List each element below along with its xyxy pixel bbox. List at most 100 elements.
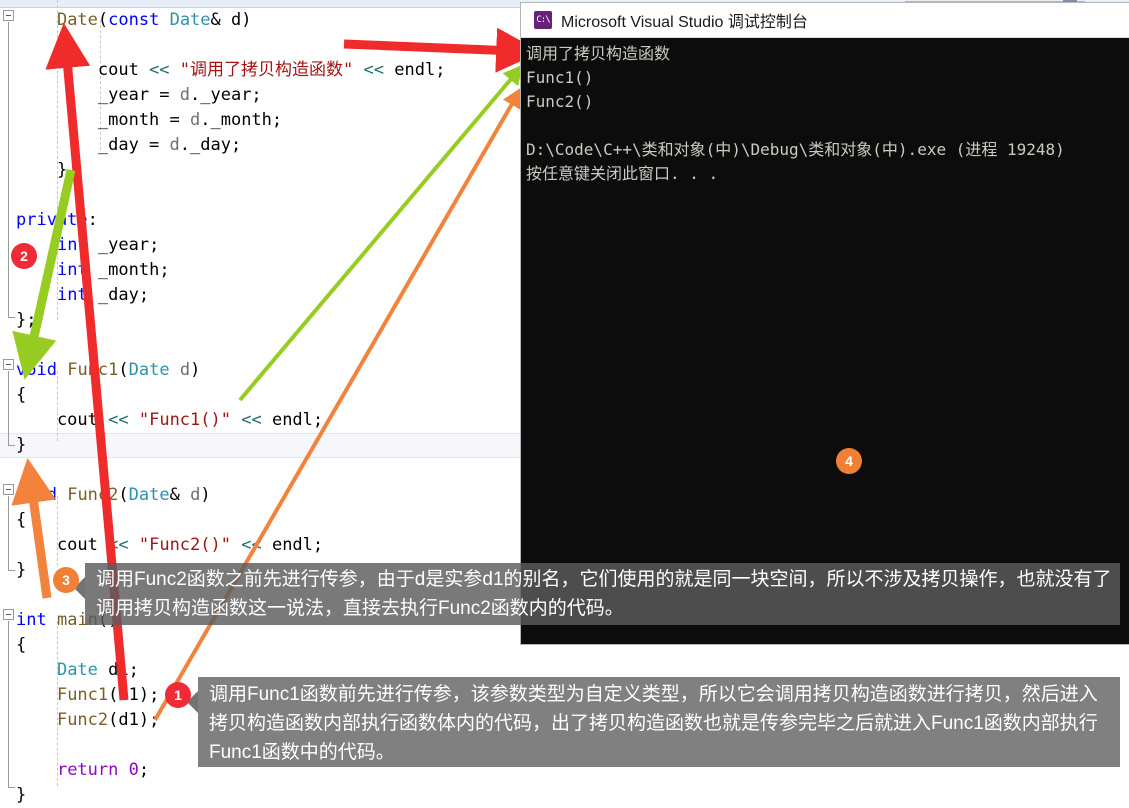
code-token: _year = bbox=[16, 85, 180, 105]
code-token: << bbox=[241, 535, 261, 555]
code-token: } bbox=[16, 560, 26, 580]
code-token: << bbox=[108, 535, 128, 555]
code-token: private bbox=[16, 210, 88, 230]
code-token: (d1); bbox=[108, 710, 159, 730]
badge-1: 1 bbox=[165, 682, 191, 708]
collapse-toggle-icon[interactable] bbox=[3, 10, 14, 21]
console-output-line: D:\Code\C++\类和对象(中)\Debug\类和对象(中).exe (进… bbox=[526, 138, 1129, 162]
code-token: << bbox=[241, 410, 261, 430]
region-tick bbox=[8, 317, 15, 318]
region-tick bbox=[8, 570, 15, 571]
code-token: Func1 bbox=[57, 685, 108, 705]
code-line: void Func1(Date d) bbox=[16, 358, 200, 383]
code-token: Date bbox=[57, 10, 98, 30]
code-token: ) bbox=[190, 360, 200, 380]
code-token: Date bbox=[129, 485, 170, 505]
code-token: Date bbox=[170, 10, 211, 30]
code-line: cout << "Func1()" << endl; bbox=[16, 408, 323, 433]
code-line: } bbox=[16, 558, 26, 583]
code-token: & bbox=[170, 485, 190, 505]
code-token: _day; bbox=[88, 285, 149, 305]
badge-3: 3 bbox=[53, 567, 79, 593]
region-bar bbox=[8, 22, 9, 317]
visual-studio-console-icon: C:\ bbox=[534, 11, 552, 29]
code-line: int _day; bbox=[16, 283, 149, 308]
screenshot-root: Date(const Date& d) { cout << "调用了拷贝构造函数… bbox=[0, 0, 1129, 808]
console-output-line: Func1() bbox=[526, 66, 1129, 90]
code-token: int bbox=[57, 285, 88, 305]
code-token bbox=[16, 285, 57, 305]
code-token bbox=[47, 610, 57, 630]
region-tick bbox=[8, 445, 15, 446]
console-output-line: 调用了拷贝构造函数 bbox=[526, 42, 1129, 66]
code-line: { bbox=[16, 33, 67, 58]
code-token: void bbox=[16, 485, 57, 505]
code-token: int bbox=[16, 610, 47, 630]
code-token: ( bbox=[118, 485, 128, 505]
console-window[interactable]: C:\ Microsoft Visual Studio 调试控制台 调用了拷贝构… bbox=[521, 3, 1129, 644]
code-line: } bbox=[16, 433, 26, 458]
badge-2: 2 bbox=[11, 243, 37, 269]
code-token bbox=[57, 360, 67, 380]
code-token: endl; bbox=[384, 60, 445, 80]
region-bar bbox=[8, 621, 9, 787]
code-token bbox=[118, 760, 128, 780]
code-token: { bbox=[16, 635, 26, 655]
console-output-line bbox=[526, 114, 1129, 138]
code-line: Date(const Date& d) bbox=[16, 8, 251, 33]
code-token: ( bbox=[98, 10, 108, 30]
code-token: << bbox=[108, 410, 128, 430]
code-token bbox=[16, 710, 57, 730]
code-token: : bbox=[88, 210, 98, 230]
code-token bbox=[16, 685, 57, 705]
collapse-toggle-icon[interactable] bbox=[3, 484, 14, 495]
console-title-text: Microsoft Visual Studio 调试控制台 bbox=[561, 8, 808, 32]
code-token: << bbox=[149, 60, 169, 80]
callout-1-text: 调用Func1函数前先进行传参，该参数类型为自定义类型，所以它会调用拷贝构造函数… bbox=[209, 684, 1098, 763]
code-token: d bbox=[170, 135, 180, 155]
code-line: Date d1; bbox=[16, 658, 139, 683]
code-token bbox=[170, 360, 180, 380]
code-token bbox=[57, 485, 67, 505]
code-token bbox=[129, 535, 139, 555]
code-token bbox=[129, 410, 139, 430]
callout-annotation-3: 调用Func2函数之前先进行传参，由于d是实参d1的别名，它们使用的就是同一块空… bbox=[85, 563, 1120, 625]
code-token bbox=[16, 660, 57, 680]
code-line: Func1(d1); bbox=[16, 683, 159, 708]
code-token: int bbox=[57, 235, 88, 255]
code-token: } bbox=[16, 160, 67, 180]
code-token: cout bbox=[16, 410, 108, 430]
code-token: "Func1()" bbox=[139, 410, 231, 430]
code-token: d bbox=[190, 110, 200, 130]
code-line: Func2(d1); bbox=[16, 708, 159, 733]
code-line: { bbox=[16, 508, 26, 533]
code-token: "调用了拷贝构造函数" bbox=[180, 60, 353, 80]
callout-3-text: 调用Func2函数之前先进行传参，由于d是实参d1的别名，它们使用的就是同一块空… bbox=[96, 569, 1112, 619]
code-token: d bbox=[190, 485, 200, 505]
code-token: cout bbox=[16, 535, 108, 555]
code-line: } bbox=[16, 158, 67, 183]
code-token: & d) bbox=[211, 10, 252, 30]
code-token: _year; bbox=[88, 235, 160, 255]
code-token bbox=[170, 60, 180, 80]
code-token: { bbox=[16, 35, 67, 55]
code-token: Date bbox=[57, 660, 98, 680]
code-token bbox=[353, 60, 363, 80]
collapse-toggle-icon[interactable] bbox=[3, 359, 14, 370]
code-token bbox=[231, 410, 241, 430]
code-token: 0 bbox=[129, 760, 139, 780]
code-line: { bbox=[16, 383, 26, 408]
code-line: int _year; bbox=[16, 233, 159, 258]
region-bar bbox=[8, 496, 9, 570]
console-title-bar[interactable]: C:\ Microsoft Visual Studio 调试控制台 bbox=[521, 3, 1129, 38]
code-token: ._year; bbox=[190, 85, 262, 105]
code-token: } bbox=[16, 435, 26, 455]
code-token: d bbox=[180, 85, 190, 105]
code-line: { bbox=[16, 633, 26, 658]
code-token: }; bbox=[16, 310, 36, 330]
code-line: private: bbox=[16, 208, 98, 233]
code-token: const bbox=[108, 10, 169, 30]
code-line: _day = d._day; bbox=[16, 133, 241, 158]
collapse-toggle-icon[interactable] bbox=[3, 609, 14, 620]
code-token: _month; bbox=[88, 260, 170, 280]
